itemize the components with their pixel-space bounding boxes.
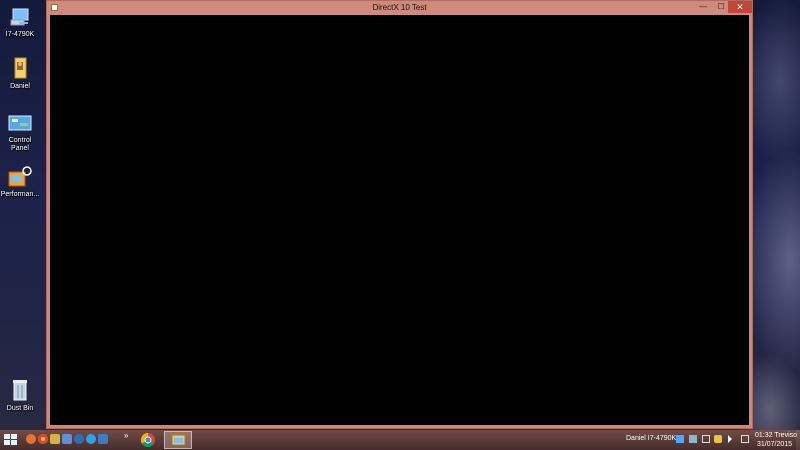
start-button[interactable] xyxy=(4,434,18,446)
desktop-icon-control-panel[interactable]: Control Panel xyxy=(0,114,40,153)
clock-time[interactable]: 01:32 Treviso xyxy=(755,432,797,440)
display-icon[interactable] xyxy=(702,435,710,443)
network-status-icon[interactable] xyxy=(676,435,684,443)
recycle-bin-icon xyxy=(13,380,27,401)
desktop-icon-label: Daniel xyxy=(10,83,30,90)
performance-icon xyxy=(8,166,32,187)
close-button[interactable]: ✕ xyxy=(728,1,752,13)
desktop-icon-label: Control Panel xyxy=(8,137,32,152)
chrome-icon[interactable] xyxy=(38,434,48,444)
skype-icon[interactable] xyxy=(86,434,96,444)
desktop-icon-label: Performan... xyxy=(0,191,40,198)
desktop-icon-user-folder[interactable]: Daniel xyxy=(0,56,40,91)
steam-icon[interactable] xyxy=(74,434,84,444)
desktop-icon-computer[interactable]: I7-4790K xyxy=(0,6,40,39)
desktop-icon-label: Dust Bin xyxy=(6,405,34,412)
user-folder-icon xyxy=(14,57,27,79)
volume-icon[interactable] xyxy=(728,435,732,443)
control-panel-icon xyxy=(8,115,32,131)
network-icon[interactable] xyxy=(689,435,697,443)
taskbar: » Daniel I7-4790K 01:32 Treviso 31/07/20… xyxy=(0,430,800,450)
paint-icon[interactable] xyxy=(50,434,60,444)
directx-test-window[interactable]: DirectX 10 Test — ☐ ✕ xyxy=(46,0,753,429)
clock-date[interactable]: 31/07/2015 xyxy=(757,441,792,449)
taskbar-button-chrome[interactable] xyxy=(134,431,162,449)
connection-icon[interactable] xyxy=(741,435,749,443)
taskbar-button-explorer[interactable] xyxy=(164,431,192,449)
computer-icon xyxy=(10,8,29,26)
shield-icon[interactable] xyxy=(714,435,722,443)
window-title: DirectX 10 Test xyxy=(372,3,427,12)
desktop-icon-label: I7-4790K xyxy=(5,31,35,38)
windows-logo-icon xyxy=(4,434,10,439)
firefox-icon[interactable] xyxy=(26,434,36,444)
render-canvas[interactable] xyxy=(50,15,749,425)
app-icon[interactable] xyxy=(98,434,108,444)
mail-icon[interactable] xyxy=(62,434,72,444)
desktop-icon-recycle-bin[interactable]: Dust Bin xyxy=(0,378,40,413)
chrome-icon xyxy=(140,432,155,448)
user-label: Daniel I7-4790K xyxy=(626,435,677,442)
file-explorer-icon xyxy=(171,434,186,446)
minimize-button[interactable]: — xyxy=(694,1,712,13)
desktop: I7-4790K Daniel Control Panel Performan.… xyxy=(0,0,800,450)
show-desktop-button[interactable] xyxy=(796,430,800,450)
window-title-bar[interactable]: DirectX 10 Test — ☐ ✕ xyxy=(47,1,752,15)
desktop-icon-performance[interactable]: Performan... xyxy=(0,166,40,199)
quick-launch-overflow-button[interactable]: » xyxy=(124,431,128,440)
